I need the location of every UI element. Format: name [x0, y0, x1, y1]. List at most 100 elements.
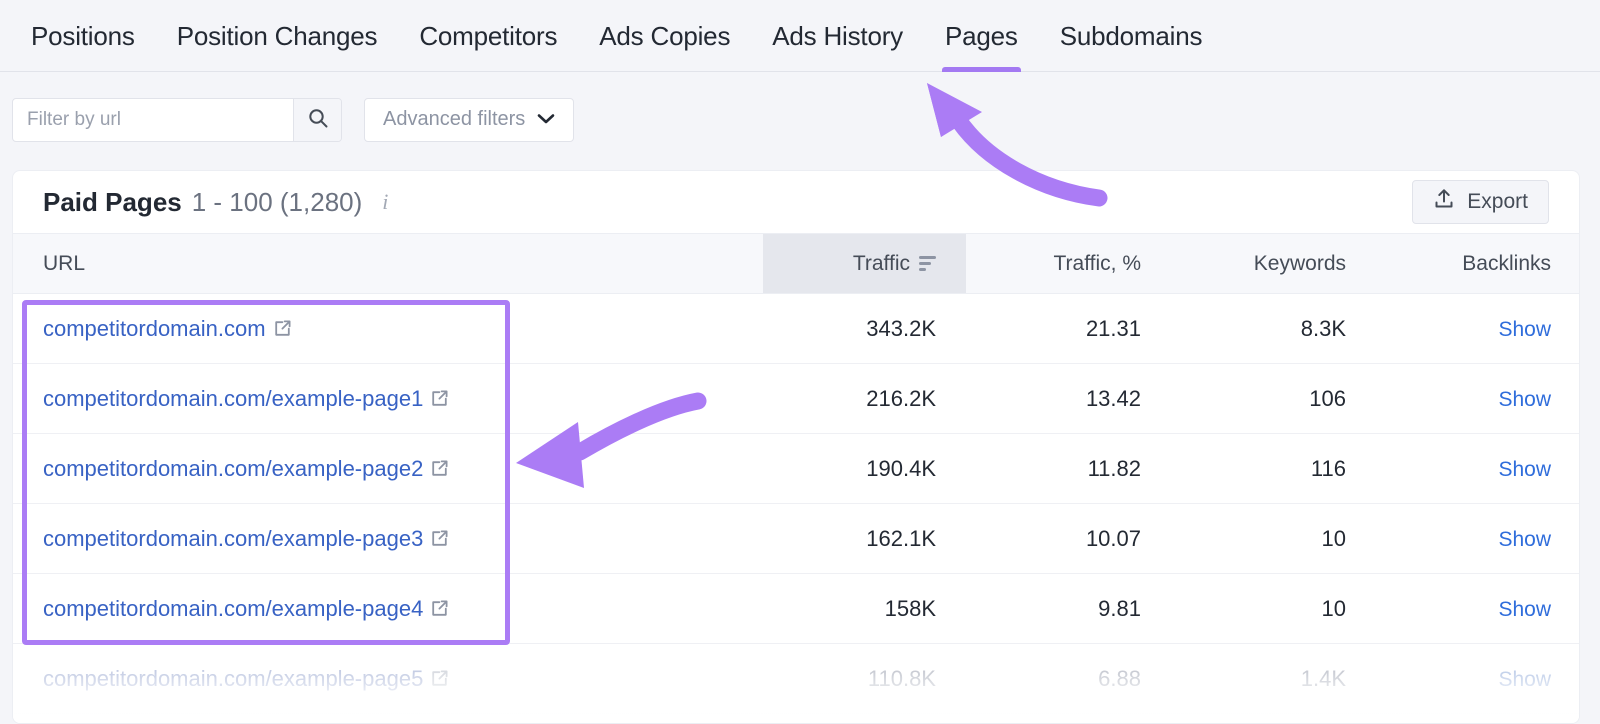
tab-pages[interactable]: Pages: [924, 0, 1039, 72]
show-backlinks-link[interactable]: Show: [1498, 528, 1551, 551]
external-link-icon: [430, 669, 449, 688]
cell-traffic-percent: 9.81: [966, 573, 1171, 644]
column-label: Traffic: [852, 251, 910, 275]
url-text: competitordomain.com/example-page5: [43, 665, 424, 691]
column-header-keywords[interactable]: Keywords: [1171, 233, 1376, 294]
column-header-traffic-percent[interactable]: Traffic, %: [966, 233, 1171, 294]
tab-label: Position Changes: [176, 20, 378, 51]
external-link-icon: [430, 599, 449, 618]
url-text: competitordomain.com/example-page1: [43, 385, 424, 411]
cell-traffic-percent: 10.07: [966, 503, 1171, 574]
url-link[interactable]: competitordomain.com/example-page5: [43, 666, 449, 692]
advanced-filters-dropdown[interactable]: Advanced filters: [364, 97, 575, 142]
column-header-traffic[interactable]: Traffic: [763, 233, 966, 294]
card-header: Paid Pages 1 - 100 (1,280) i Export: [13, 171, 1579, 233]
cell-backlinks: Show: [1376, 433, 1579, 504]
url-text: competitordomain.com: [43, 315, 266, 341]
tab-label: Subdomains: [1059, 20, 1203, 51]
tab-competitors[interactable]: Competitors: [398, 0, 578, 72]
column-label: Backlinks: [1462, 251, 1551, 275]
cell-traffic: 190.4K: [763, 433, 966, 504]
cell-traffic-percent: 13.42: [966, 363, 1171, 434]
info-icon[interactable]: i: [376, 189, 394, 214]
advanced-filters-label: Advanced filters: [383, 108, 526, 130]
table-row: competitordomain.com/example-page4 158K …: [13, 573, 1579, 644]
url-link[interactable]: competitordomain.com/example-page1: [43, 386, 449, 412]
cell-backlinks: Show: [1376, 573, 1579, 644]
filter-toolbar: Advanced filters: [0, 72, 1600, 167]
cell-keywords: 10: [1171, 573, 1376, 644]
table-body: competitordomain.com 343.2K 21.31 8.3K S…: [13, 293, 1579, 714]
external-link-icon: [273, 319, 292, 338]
search-button[interactable]: [293, 98, 341, 141]
cell-keywords: 116: [1171, 433, 1376, 504]
cell-backlinks: Show: [1376, 643, 1579, 714]
cell-url: competitordomain.com/example-page4: [13, 573, 763, 644]
tab-ads-copies[interactable]: Ads Copies: [578, 0, 751, 72]
export-button[interactable]: Export: [1412, 180, 1549, 224]
tab-label: Ads Copies: [599, 20, 731, 51]
cell-traffic: 162.1K: [763, 503, 966, 574]
cell-backlinks: Show: [1376, 293, 1579, 364]
column-header-backlinks[interactable]: Backlinks: [1376, 233, 1579, 294]
table-header: URL Traffic Traffic, % Keywords Backlink…: [13, 233, 1579, 294]
table-row: competitordomain.com/example-page3 162.1…: [13, 503, 1579, 574]
column-label: Keywords: [1253, 251, 1346, 275]
url-link[interactable]: competitordomain.com/example-page3: [43, 526, 449, 552]
cell-url: competitordomain.com/example-page3: [13, 503, 763, 574]
show-backlinks-link[interactable]: Show: [1498, 318, 1551, 341]
cell-backlinks: Show: [1376, 503, 1579, 574]
show-backlinks-link[interactable]: Show: [1498, 388, 1551, 411]
external-link-icon: [430, 459, 449, 478]
cell-traffic: 110.8K: [763, 643, 966, 714]
search-icon: [307, 107, 329, 132]
tab-label: Pages: [944, 20, 1018, 51]
table-row: competitordomain.com/example-page1 216.2…: [13, 363, 1579, 434]
column-header-url[interactable]: URL: [13, 233, 763, 294]
page-title: Paid Pages: [43, 186, 182, 217]
cell-traffic-percent: 21.31: [966, 293, 1171, 364]
cell-keywords: 1.4K: [1171, 643, 1376, 714]
url-filter-group: [12, 97, 342, 142]
url-text: competitordomain.com/example-page4: [43, 595, 424, 621]
cell-traffic: 158K: [763, 573, 966, 644]
url-link[interactable]: competitordomain.com: [43, 316, 292, 342]
show-backlinks-link[interactable]: Show: [1498, 458, 1551, 481]
cell-traffic-percent: 11.82: [966, 433, 1171, 504]
result-range-count: 1 - 100 (1,280): [191, 186, 363, 217]
cell-url: competitordomain.com: [13, 293, 763, 364]
paid-pages-card: Paid Pages 1 - 100 (1,280) i Export URL …: [12, 170, 1580, 724]
show-backlinks-link[interactable]: Show: [1498, 668, 1551, 691]
cell-keywords: 106: [1171, 363, 1376, 434]
url-text: competitordomain.com/example-page2: [43, 455, 424, 481]
cell-url: competitordomain.com/example-page2: [13, 433, 763, 504]
tab-position-changes[interactable]: Position Changes: [156, 0, 399, 72]
tab-ads-history[interactable]: Ads History: [751, 0, 924, 72]
tab-label: Ads History: [772, 20, 903, 51]
analytics-tab-bar: Positions Position Changes Competitors A…: [0, 0, 1600, 72]
table-row: competitordomain.com/example-page2 190.4…: [13, 433, 1579, 504]
cell-traffic: 343.2K: [763, 293, 966, 364]
cell-backlinks: Show: [1376, 363, 1579, 434]
table-row: competitordomain.com/example-page5 110.8…: [13, 643, 1579, 714]
cell-traffic: 216.2K: [763, 363, 966, 434]
tab-subdomains[interactable]: Subdomains: [1039, 0, 1224, 72]
external-link-icon: [430, 529, 449, 548]
export-label: Export: [1467, 190, 1528, 213]
chevron-down-icon: [537, 108, 555, 131]
table-row: competitordomain.com 343.2K 21.31 8.3K S…: [13, 293, 1579, 364]
show-backlinks-link[interactable]: Show: [1498, 598, 1551, 621]
cell-url: competitordomain.com/example-page5: [13, 643, 763, 714]
table-header-row: URL Traffic Traffic, % Keywords Backlink…: [13, 233, 1579, 294]
cell-traffic-percent: 6.88: [966, 643, 1171, 714]
column-label: Traffic, %: [1053, 251, 1141, 275]
tab-label: Positions: [31, 20, 135, 51]
column-label: URL: [43, 251, 86, 275]
cell-keywords: 10: [1171, 503, 1376, 574]
sort-descending-icon: [919, 256, 936, 271]
paid-pages-table: URL Traffic Traffic, % Keywords Backlink…: [13, 233, 1579, 714]
url-link[interactable]: competitordomain.com/example-page4: [43, 596, 449, 622]
search-input[interactable]: [13, 98, 293, 141]
url-link[interactable]: competitordomain.com/example-page2: [43, 456, 449, 482]
tab-positions[interactable]: Positions: [10, 0, 156, 72]
